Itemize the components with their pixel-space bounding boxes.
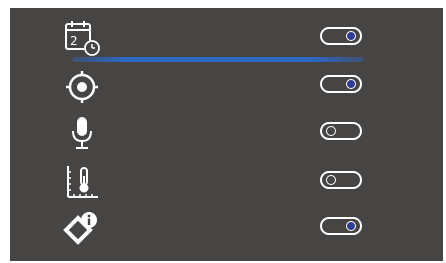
microphone-icon [62,115,102,151]
settings-panel: 2 [10,8,443,261]
thermometer-ruler-icon [62,164,102,200]
toggle-knob [326,126,336,136]
microphone-toggle[interactable] [320,122,362,140]
calendar-clock-icon: 2 [62,20,102,56]
toggle-knob [346,79,356,89]
row-microphone [10,111,443,155]
row-location [10,64,443,108]
calendar-day-text: 2 [70,34,78,48]
calendar-toggle[interactable] [320,27,362,45]
toggle-knob [346,221,356,231]
location-toggle[interactable] [320,75,362,93]
row-diagnostics [10,206,443,250]
toggle-knob [326,175,336,185]
row-calendar: 2 [10,16,443,60]
row-temperature [10,160,443,204]
diagnostics-toggle[interactable] [320,217,362,235]
temperature-toggle[interactable] [320,171,362,189]
progress-bar [72,57,364,62]
gps-target-icon [62,68,102,104]
diamond-info-icon [62,210,102,246]
toggle-knob [346,31,356,41]
